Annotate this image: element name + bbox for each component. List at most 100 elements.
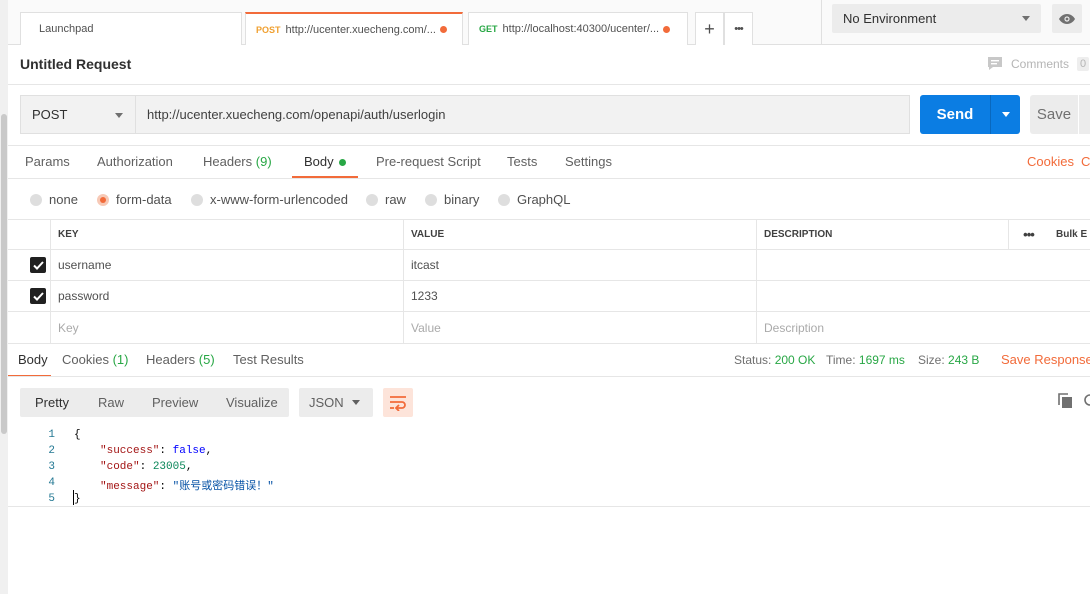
tab-options-button[interactable]: ••• — [724, 12, 753, 45]
radio-label: binary — [444, 192, 480, 207]
code-line: "code": 23005, — [100, 461, 193, 473]
comments-label: Comments — [1011, 56, 1070, 71]
response-format-select[interactable]: JSON — [299, 388, 373, 417]
response-tab-headers-label: Headers — [146, 352, 196, 367]
value-cell[interactable]: itcast — [403, 250, 756, 280]
json-brace: { — [74, 429, 81, 441]
json-value: false — [172, 445, 206, 457]
comments-count: 0 — [1077, 56, 1090, 71]
tab-prerequest-script[interactable]: Pre-request Script — [376, 154, 481, 169]
column-header-value: VALUE — [403, 220, 756, 249]
value-cell[interactable]: 1233 — [403, 281, 756, 311]
save-button[interactable]: Save — [1030, 95, 1078, 134]
key-cell[interactable]: password — [50, 281, 403, 311]
time-readout: Time: 1697 ms — [826, 353, 905, 367]
radio-label: raw — [385, 192, 406, 207]
response-tab-headers[interactable]: Headers (5) — [146, 352, 215, 367]
divider — [8, 145, 1090, 146]
raw-button[interactable]: Raw — [98, 395, 124, 410]
radio-icon — [366, 193, 378, 206]
tab-method-post: POST — [256, 24, 281, 35]
description-cell[interactable] — [756, 281, 1090, 311]
eye-icon — [1059, 13, 1075, 24]
tab-headers[interactable]: Headers (9) — [203, 154, 272, 169]
value-input[interactable]: Value — [403, 312, 756, 343]
code-line: } — [74, 493, 81, 505]
wrap-lines-button[interactable] — [383, 388, 413, 417]
send-button[interactable]: Send — [920, 95, 990, 134]
request-name[interactable]: Untitled Request — [20, 56, 131, 72]
unsaved-dot-icon — [663, 25, 671, 33]
visualize-button[interactable]: Visualize — [226, 395, 278, 410]
radio-icon — [191, 193, 203, 206]
response-tab-test-results[interactable]: Test Results — [233, 352, 304, 367]
row-checkbox[interactable] — [30, 257, 46, 273]
tab-post-request[interactable]: POST http://ucenter.xuecheng.com/... — [245, 12, 463, 45]
tab-body[interactable]: Body — [304, 154, 346, 169]
tab-url: http://localhost:40300/ucenter/... — [502, 23, 660, 35]
add-tab-button[interactable]: + — [695, 12, 724, 45]
response-tab-body[interactable]: Body — [18, 352, 48, 367]
copy-icon[interactable] — [1058, 393, 1073, 412]
radio-label: x-www-form-urlencoded — [210, 192, 348, 207]
form-data-table: KEY VALUE DESCRIPTION ••• Bulk E usernam… — [8, 219, 1090, 344]
json-key: "message" — [100, 481, 160, 493]
method-select[interactable]: POST — [20, 95, 136, 134]
radio-x-www-form-urlencoded[interactable]: x-www-form-urlencoded — [191, 192, 348, 207]
search-icon[interactable] — [1084, 393, 1090, 412]
checkmark-icon — [32, 260, 44, 270]
pretty-button[interactable]: Pretty — [35, 395, 69, 410]
tab-launchpad[interactable]: Launchpad — [20, 12, 242, 45]
plus-icon: + — [704, 18, 715, 39]
status-readout: Status: 200 OK — [734, 353, 815, 367]
tab-params[interactable]: Params — [25, 154, 70, 169]
send-options-button[interactable] — [990, 95, 1020, 134]
key-cell[interactable]: username — [50, 250, 403, 280]
key-input[interactable]: Key — [50, 312, 403, 343]
bulk-edit-link[interactable]: Bulk E — [1048, 220, 1090, 249]
json-value: 23005 — [152, 461, 186, 473]
line-number: 2 — [48, 445, 55, 457]
radio-raw[interactable]: raw — [366, 192, 406, 207]
table-options-icon[interactable]: ••• — [1008, 220, 1048, 249]
response-body-editor[interactable]: 1 2 3 4 5 { "success": false, "code": 23… — [8, 427, 1090, 507]
unsaved-dot-icon — [439, 26, 447, 33]
json-brace: } — [74, 493, 81, 505]
environment-quick-look-button[interactable] — [1052, 4, 1082, 33]
tab-get-request[interactable]: GET http://localhost:40300/ucenter/... — [468, 12, 688, 45]
response-headers-count: (5) — [198, 352, 215, 367]
tab-tests[interactable]: Tests — [507, 154, 537, 169]
tab-body-label: Body — [304, 154, 334, 169]
time-label: Time: — [826, 353, 856, 367]
url-input[interactable]: http://ucenter.xuecheng.com/openapi/auth… — [135, 95, 910, 134]
scrollbar-thumb[interactable] — [1, 114, 7, 434]
table-row: username itcast — [8, 250, 1090, 281]
radio-icon — [30, 193, 42, 206]
tab-url: http://ucenter.xuecheng.com/... — [285, 23, 436, 36]
column-header-key: KEY — [50, 220, 403, 249]
code-link[interactable]: Co — [1081, 154, 1090, 169]
description-cell[interactable] — [756, 250, 1090, 280]
radio-label: form-data — [116, 192, 172, 207]
environment-select[interactable]: No Environment — [832, 4, 1041, 33]
tab-method-get: GET — [479, 24, 498, 34]
method-value: POST — [32, 107, 68, 122]
description-input[interactable]: Description — [756, 312, 1090, 343]
tab-headers-label: Headers — [203, 154, 253, 169]
radio-graphql[interactable]: GraphQL — [498, 192, 570, 207]
save-response-button[interactable]: Save Response — [1001, 352, 1090, 367]
radio-none[interactable]: none — [30, 192, 78, 207]
row-checkbox[interactable] — [30, 288, 46, 304]
tab-authorization[interactable]: Authorization — [97, 154, 173, 169]
radio-form-data[interactable]: form-data — [97, 192, 172, 207]
line-number: 3 — [48, 461, 55, 473]
divider — [8, 84, 1090, 85]
radio-binary[interactable]: binary — [425, 192, 479, 207]
response-tab-cookies[interactable]: Cookies (1) — [62, 352, 128, 367]
left-scrollbar[interactable] — [0, 0, 8, 594]
preview-button[interactable]: Preview — [152, 395, 198, 410]
tab-settings[interactable]: Settings — [565, 154, 612, 169]
cookies-link[interactable]: Cookies — [1027, 154, 1074, 169]
save-options-button[interactable] — [1079, 95, 1090, 134]
comments-button[interactable]: Comments 0 — [987, 56, 1090, 71]
